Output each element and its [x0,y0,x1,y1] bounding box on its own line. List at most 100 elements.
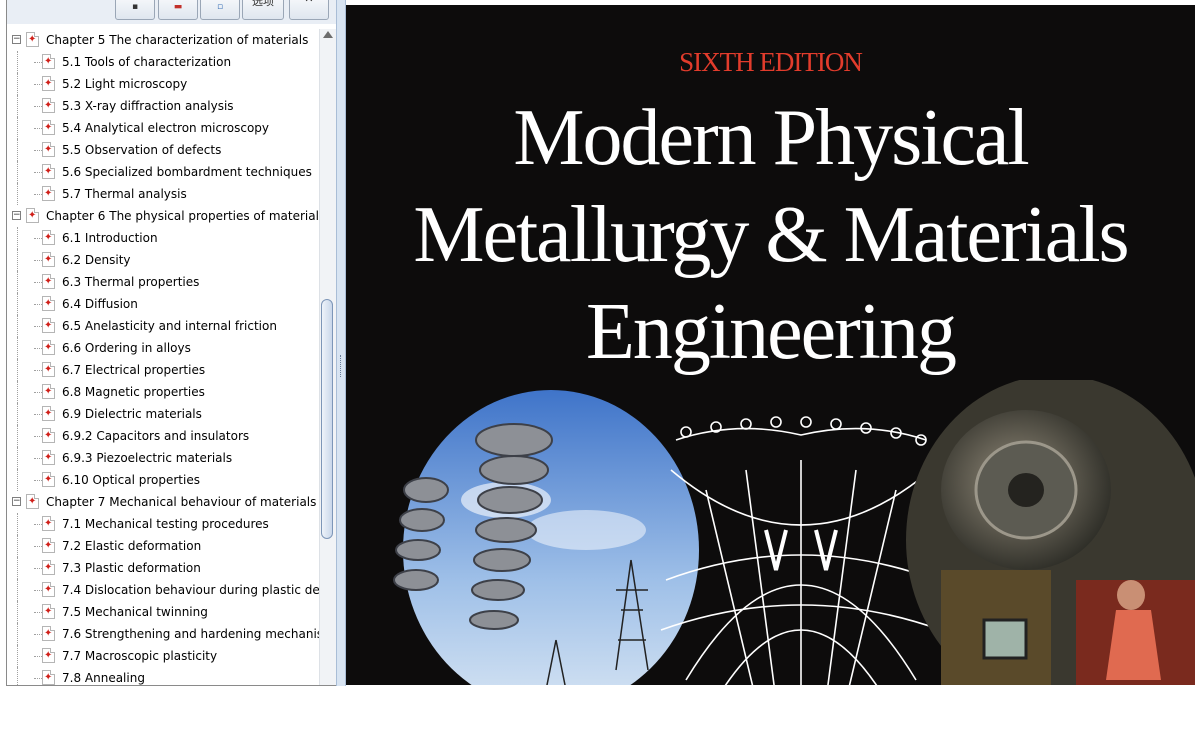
bookmark-section[interactable]: 5.7 Thermal analysis [7,183,319,205]
bookmark-section-label: 7.1 Mechanical testing procedures [62,517,269,531]
delete-bookmark-button[interactable]: ▬ [158,0,198,20]
bookmark-section[interactable]: 5.6 Specialized bombardment techniques [7,161,319,183]
bookmark-section[interactable]: 6.6 Ordering in alloys [7,337,319,359]
bookmark-section[interactable]: 7.1 Mechanical testing procedures [7,513,319,535]
tree-connector [34,62,42,63]
tree-connector [17,359,19,381]
bookmark-chapter-label: Chapter 6 The physical properties of mat… [46,209,319,223]
tree-connector [17,73,19,95]
pdf-bookmark-icon [42,230,55,245]
page-icon: ▫ [216,2,224,12]
tree-connector [17,381,19,403]
bookmark-section-label: 5.2 Light microscopy [62,77,188,91]
tree-connector [34,414,42,415]
tree-connector [34,590,42,591]
tree-connector [17,161,19,183]
bookmark-section-label: 6.4 Diffusion [62,297,138,311]
pdf-bookmark-icon [42,98,55,113]
bookmark-chapter[interactable]: − Chapter 5 The characterization of mater… [7,29,319,51]
tree-connector [34,106,42,107]
bookmark-section[interactable]: 7.4 Dislocation behaviour during plastic… [7,579,319,601]
bookmark-section[interactable]: 5.3 X-ray diffraction analysis [7,95,319,117]
bookmark-section[interactable]: 5.1 Tools of characterization [7,51,319,73]
bookmark-section-label: 7.4 Dislocation behaviour during plastic… [62,583,319,597]
bookmark-chapter[interactable]: − Chapter 6 The physical properties of ma… [7,205,319,227]
cover-photo-collage [393,380,1195,685]
tree-connector [34,326,42,327]
options-label: 选项 [252,0,274,8]
bookmark-chapter-label: Chapter 7 Mechanical behaviour of materi… [46,495,317,509]
pdf-bookmark-icon [42,472,55,487]
bookmark-icon: ▪ [131,2,139,12]
collapse-toggle-icon[interactable]: − [12,35,21,44]
bookmark-section[interactable]: 7.8 Annealing [7,667,319,685]
new-bookmark-button[interactable]: ▫ [200,0,240,20]
bookmark-section[interactable]: 6.4 Diffusion [7,293,319,315]
tree-connector [17,513,19,535]
bookmark-section[interactable]: 7.3 Plastic deformation [7,557,319,579]
splitter-grip-icon[interactable] [340,355,343,377]
expand-bookmark-button[interactable]: ▪ [115,0,155,20]
bookmark-section[interactable]: 6.9 Dielectric materials [7,403,319,425]
tree-connector [17,271,19,293]
close-panel-button[interactable]: ✕ [289,0,329,20]
tree-connector [34,172,42,173]
bookmark-section-label: 7.7 Macroscopic plasticity [62,649,218,663]
bookmark-tree: − Chapter 5 The characterization of mater… [7,29,319,685]
tree-connector [17,227,19,249]
tree-connector [17,51,19,73]
bookmark-section[interactable]: 6.3 Thermal properties [7,271,319,293]
pdf-bookmark-icon [42,164,55,179]
bookmark-section[interactable]: 6.1 Introduction [7,227,319,249]
bookmarks-scrollbar[interactable] [319,29,336,685]
bookmark-chapter[interactable]: − Chapter 7 Mechanical behaviour of mater… [7,491,319,513]
pdf-bookmark-icon [42,450,55,465]
options-button[interactable]: 选项 [242,0,284,20]
bookmark-section[interactable]: 5.5 Observation of defects [7,139,319,161]
bookmark-section[interactable]: 7.6 Strengthening and hardening mechanis… [7,623,319,645]
pdf-bookmark-icon [42,76,55,91]
bookmark-section[interactable]: 7.7 Macroscopic plasticity [7,645,319,667]
tree-connector [34,304,42,305]
collapse-toggle-icon[interactable]: − [12,211,21,220]
pdf-bookmark-icon [42,648,55,663]
pdf-bookmark-icon [42,582,55,597]
bookmark-section[interactable]: 5.2 Light microscopy [7,73,319,95]
bookmark-section-label: 7.2 Elastic deformation [62,539,202,553]
panel-splitter[interactable] [336,0,346,686]
bookmark-section[interactable]: 5.4 Analytical electron microscopy [7,117,319,139]
cover-title-line-1: Modern Physical [513,94,1029,182]
tree-connector [17,623,19,645]
bookmark-section[interactable]: 6.8 Magnetic properties [7,381,319,403]
tree-connector [17,557,19,579]
pdf-bookmark-icon [42,54,55,69]
bookmark-section[interactable]: 6.7 Electrical properties [7,359,319,381]
bookmark-section-label: 6.6 Ordering in alloys [62,341,191,355]
scroll-up-arrow-icon[interactable] [323,31,333,38]
bookmark-section[interactable]: 6.2 Density [7,249,319,271]
tree-connector [34,568,42,569]
pdf-bookmark-icon [42,428,55,443]
pdf-bookmark-icon [26,494,39,509]
tree-connector [34,194,42,195]
bookmark-section[interactable]: 7.2 Elastic deformation [7,535,319,557]
bookmark-section[interactable]: 6.9.3 Piezoelectric materials [7,447,319,469]
edition-label: SIXTH EDITION [679,47,863,77]
scrollbar-thumb[interactable] [321,299,333,539]
bookmark-section[interactable]: 7.5 Mechanical twinning [7,601,319,623]
tree-connector [34,480,42,481]
bookmark-section[interactable]: 6.10 Optical properties [7,469,319,491]
tree-connector [17,535,19,557]
tree-connector [34,612,42,613]
bookmark-section[interactable]: 6.9.2 Capacitors and insulators [7,425,319,447]
tree-connector [17,403,19,425]
bookmark-section-label: 6.7 Electrical properties [62,363,206,377]
pdf-bookmark-icon [42,560,55,575]
bookmark-section[interactable]: 6.5 Anelasticity and internal friction [7,315,319,337]
pdf-bookmark-icon [26,32,39,47]
collapse-toggle-icon[interactable]: − [12,497,21,506]
tree-connector [17,425,19,447]
tree-connector [34,150,42,151]
tree-connector [17,579,19,601]
bookmark-section-label: 6.10 Optical properties [62,473,200,487]
